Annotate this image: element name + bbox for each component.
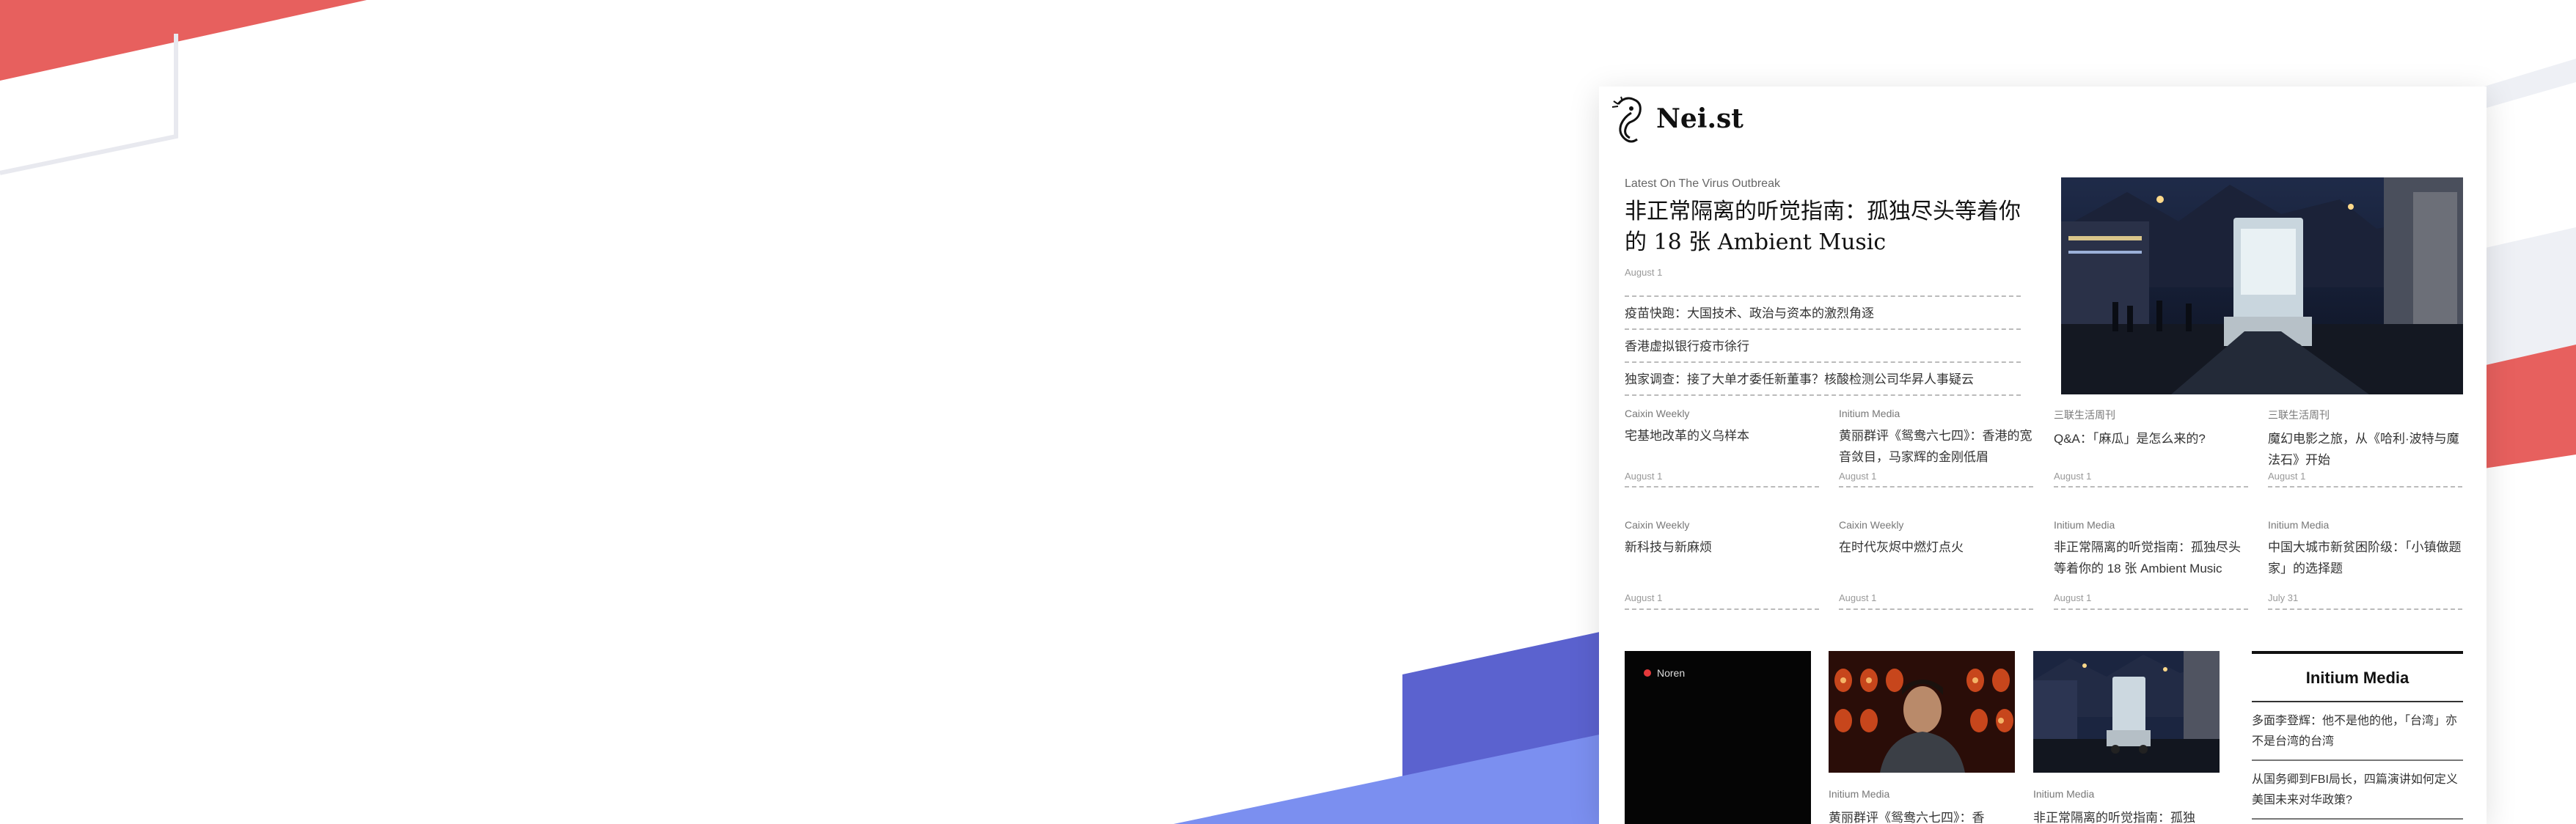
- story-date: August 1: [2268, 471, 2306, 482]
- video-player[interactable]: Noren: [1625, 651, 1811, 824]
- site-card: Nei.st Latest On The Virus Outbreak 非正常隔…: [1599, 87, 2487, 824]
- logo-wordmark: Nei.st: [1656, 103, 1743, 134]
- story-card[interactable]: Caixin Weekly 新科技与新麻烦 August 1: [1625, 519, 1819, 610]
- divider: [1625, 608, 1819, 610]
- divider: [2268, 486, 2462, 488]
- story-card[interactable]: Initium Media 非正常隔离的听觉指南：孤独尽头等着你的 18 张 A…: [2054, 519, 2248, 610]
- sidebar-item[interactable]: 从国务卿到FBI局长，四篇演讲如何定义美国未来对华政策?: [2252, 761, 2463, 820]
- story-date: August 1: [1625, 592, 1663, 603]
- story-source[interactable]: Caixin Weekly: [1625, 519, 1819, 531]
- divider: [2268, 608, 2462, 610]
- video-label: Noren: [1644, 667, 1685, 679]
- story-date: August 1: [1839, 592, 1877, 603]
- story-thumbnail[interactable]: [1829, 651, 2015, 773]
- sidebar-initium-media: Initium Media 多面李登辉：他不是他的他，「台湾」亦不是台湾的台湾 …: [2252, 651, 2463, 820]
- sidebar-item[interactable]: 多面李登辉：他不是他的他，「台湾」亦不是台湾的台湾: [2252, 702, 2463, 761]
- story-source[interactable]: Initium Media: [1829, 788, 1889, 800]
- hero-image[interactable]: [2061, 177, 2463, 394]
- story-card[interactable]: Initium Media 中国大城市新贫困阶级：「小镇做题家」的选择题 Jul…: [2268, 519, 2462, 610]
- story-card[interactable]: 三联生活周刊 魔幻电影之旅，从《哈利·波特与魔法石》开始 August 1: [2268, 408, 2462, 488]
- live-dot-icon: [1644, 669, 1651, 677]
- related-link[interactable]: 独家调查：接了大单才委任新董事？核酸检测公司华昇人事疑云: [1625, 361, 2021, 394]
- story-source[interactable]: Caixin Weekly: [1625, 408, 1819, 419]
- story-card[interactable]: 三联生活周刊 Q&A：「麻瓜」是怎么来的? August 1: [2054, 408, 2248, 488]
- story-source[interactable]: Caixin Weekly: [1839, 519, 2033, 531]
- story-title[interactable]: 中国大城市新贫困阶级：「小镇做题家」的选择题: [2268, 537, 2462, 579]
- story-title[interactable]: 魔幻电影之旅，从《哈利·波特与魔法石》开始: [2268, 428, 2462, 471]
- story-date: August 1: [1839, 471, 1877, 482]
- portrait-photo: [1829, 651, 2015, 773]
- story-date: July 31: [2268, 592, 2299, 603]
- story-card[interactable]: Caixin Weekly 宅基地改革的义乌样本 August 1: [1625, 408, 1819, 488]
- story-date: August 1: [1625, 471, 1663, 482]
- night-street-photo: [2061, 177, 2463, 394]
- story-title[interactable]: 黄丽群评《鸳鸯六七四》：香港的宽音敛目，马家辉的金刚低眉: [1839, 425, 2033, 468]
- divider: [1625, 394, 2021, 396]
- story-thumbnail[interactable]: [2033, 651, 2220, 773]
- story-source[interactable]: Initium Media: [1839, 408, 2033, 419]
- divider: [1625, 486, 1819, 488]
- story-date: August 1: [2054, 471, 2092, 482]
- related-links: 疫苗快跑：大国技术、政治与资本的激烈角逐 香港虚拟银行疫市徐行 独家调查：接了大…: [1625, 295, 2021, 396]
- feature-headline[interactable]: 非正常隔离的听觉指南：孤独尽头等着你的 18 张 Ambient Music: [1625, 196, 2021, 258]
- story-title[interactable]: Q&A：「麻瓜」是怎么来的?: [2054, 428, 2248, 449]
- feature-date: August 1: [1625, 267, 1663, 278]
- story-title[interactable]: 黄丽群评《鸳鸯六七四》：香: [1829, 807, 1985, 824]
- logo-mascot-icon: [1611, 96, 1642, 143]
- story-source[interactable]: Initium Media: [2268, 519, 2462, 531]
- story-title[interactable]: 新科技与新麻烦: [1625, 537, 1819, 558]
- story-source[interactable]: 三联生活周刊: [2268, 408, 2462, 422]
- video-channel-name: Noren: [1657, 667, 1686, 679]
- site-logo[interactable]: Nei.st: [1609, 91, 1743, 147]
- story-title[interactable]: 在时代灰烬中燃灯点火: [1839, 537, 2033, 558]
- story-source[interactable]: Initium Media: [2033, 788, 2094, 800]
- story-card[interactable]: Caixin Weekly 在时代灰烬中燃灯点火 August 1: [1839, 519, 2033, 610]
- story-source[interactable]: Initium Media: [2054, 519, 2248, 531]
- divider: [2054, 608, 2248, 610]
- story-title[interactable]: 宅基地改革的义乌样本: [1625, 425, 1819, 446]
- sidebar-title[interactable]: Initium Media: [2252, 654, 2463, 702]
- story-card[interactable]: Initium Media 黄丽群评《鸳鸯六七四》：香港的宽音敛目，马家辉的金刚…: [1839, 408, 2033, 488]
- story-source[interactable]: 三联生活周刊: [2054, 408, 2248, 422]
- feature-kicker[interactable]: Latest On The Virus Outbreak: [1625, 177, 2021, 191]
- story-title[interactable]: 非正常隔离的听觉指南：孤独尽头等着你的 18 张 Ambient Music: [2054, 537, 2248, 579]
- related-link[interactable]: 疫苗快跑：大国技术、政治与资本的激烈角逐: [1625, 295, 2021, 328]
- divider: [1839, 608, 2033, 610]
- featured-story: Latest On The Virus Outbreak 非正常隔离的听觉指南：…: [1625, 177, 2021, 396]
- story-date: August 1: [2054, 592, 2092, 603]
- divider: [2054, 486, 2248, 488]
- night-street-photo: [2033, 651, 2220, 773]
- story-title[interactable]: 非正常隔离的听觉指南：孤独: [2033, 807, 2195, 824]
- related-link[interactable]: 香港虚拟银行疫市徐行: [1625, 328, 2021, 361]
- divider: [1839, 486, 2033, 488]
